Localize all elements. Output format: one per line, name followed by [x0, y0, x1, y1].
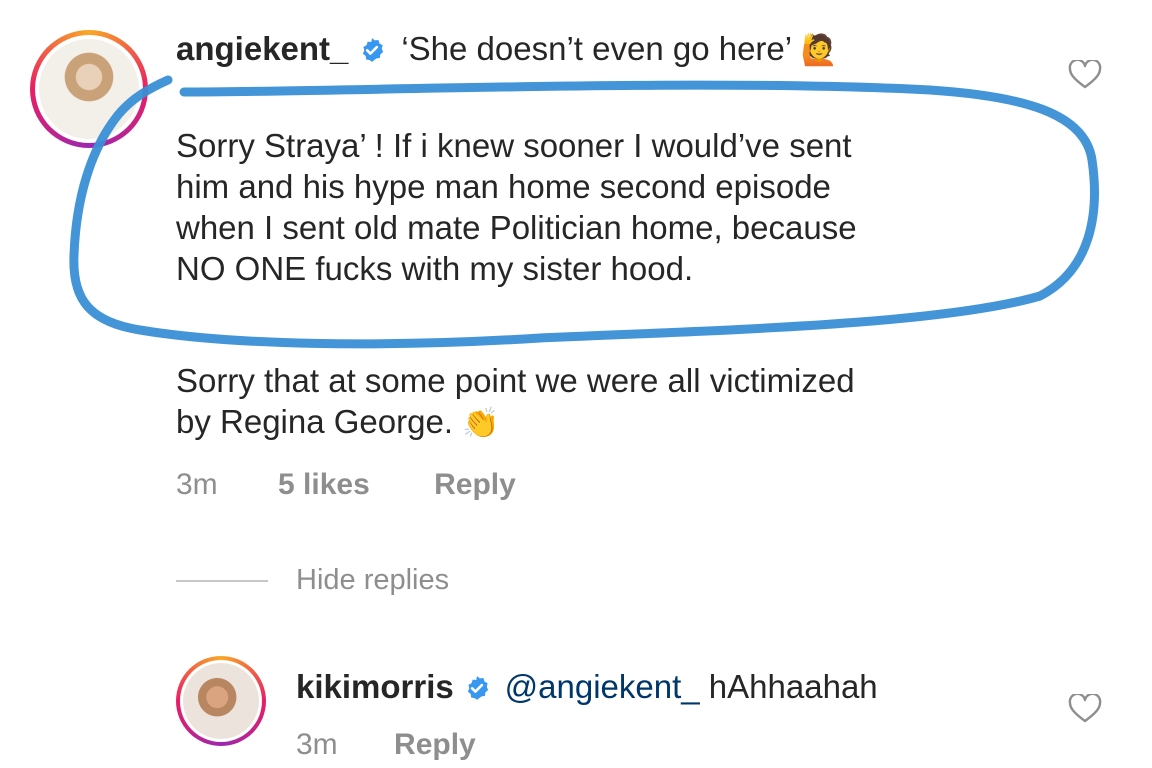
like-heart-icon[interactable]: [1068, 60, 1102, 90]
avatar-photo: [183, 663, 259, 739]
hide-replies-line: [176, 580, 268, 582]
reply-button[interactable]: Reply: [434, 468, 516, 501]
comment-body-continued: Sorry that at some point we were all vic…: [176, 360, 1076, 444]
raising-hand-emoji: 🙋: [800, 34, 838, 67]
reply-meta: 3m Reply: [296, 728, 476, 762]
verified-badge-icon: [468, 676, 489, 700]
avatar-kikimorris[interactable]: [176, 656, 266, 746]
avatar-photo: [39, 39, 139, 139]
comment-line: by Regina George. 👏: [176, 403, 500, 440]
avatar-frame: [180, 660, 262, 742]
clapping-emoji: 👏: [462, 407, 500, 440]
username[interactable]: angiekent_: [176, 30, 348, 67]
mention-link[interactable]: @angiekent_: [505, 668, 700, 705]
verified-badge-icon: [362, 38, 384, 62]
like-heart-icon[interactable]: [1068, 694, 1102, 724]
reply-time: 3m: [296, 728, 338, 761]
reply-username[interactable]: kikimorris: [296, 668, 454, 705]
reply-comment: kikimorris @angiekent_ hAhhaahah: [296, 666, 878, 707]
comment-time: 3m: [176, 468, 218, 501]
comment-line: him and his hype man home second episode: [176, 168, 831, 205]
comment-line: Sorry that at some point we were all vic…: [176, 362, 855, 399]
comment-headline: ‘She doesn’t even go here’: [401, 30, 793, 67]
comment-meta: 3m 5 likes Reply: [176, 468, 516, 502]
comment-body: Sorry Straya’ ! If i knew sooner I would…: [176, 125, 1056, 289]
comment-header: angiekent_ ‘She doesn’t even go here’ 🙋: [176, 28, 838, 69]
avatar-frame: [35, 35, 143, 143]
comment-line: Sorry Straya’ ! If i knew sooner I would…: [176, 127, 852, 164]
likes-count[interactable]: 5 likes: [278, 468, 370, 501]
avatar-angiekent[interactable]: [30, 30, 148, 148]
hide-replies-button[interactable]: Hide replies: [296, 564, 449, 597]
reply-text: hAhhaahah: [699, 668, 878, 705]
comment-line: NO ONE fucks with my sister hood.: [176, 250, 694, 287]
comment-line: when I sent old mate Politician home, be…: [176, 209, 857, 246]
reply-button[interactable]: Reply: [394, 728, 476, 761]
